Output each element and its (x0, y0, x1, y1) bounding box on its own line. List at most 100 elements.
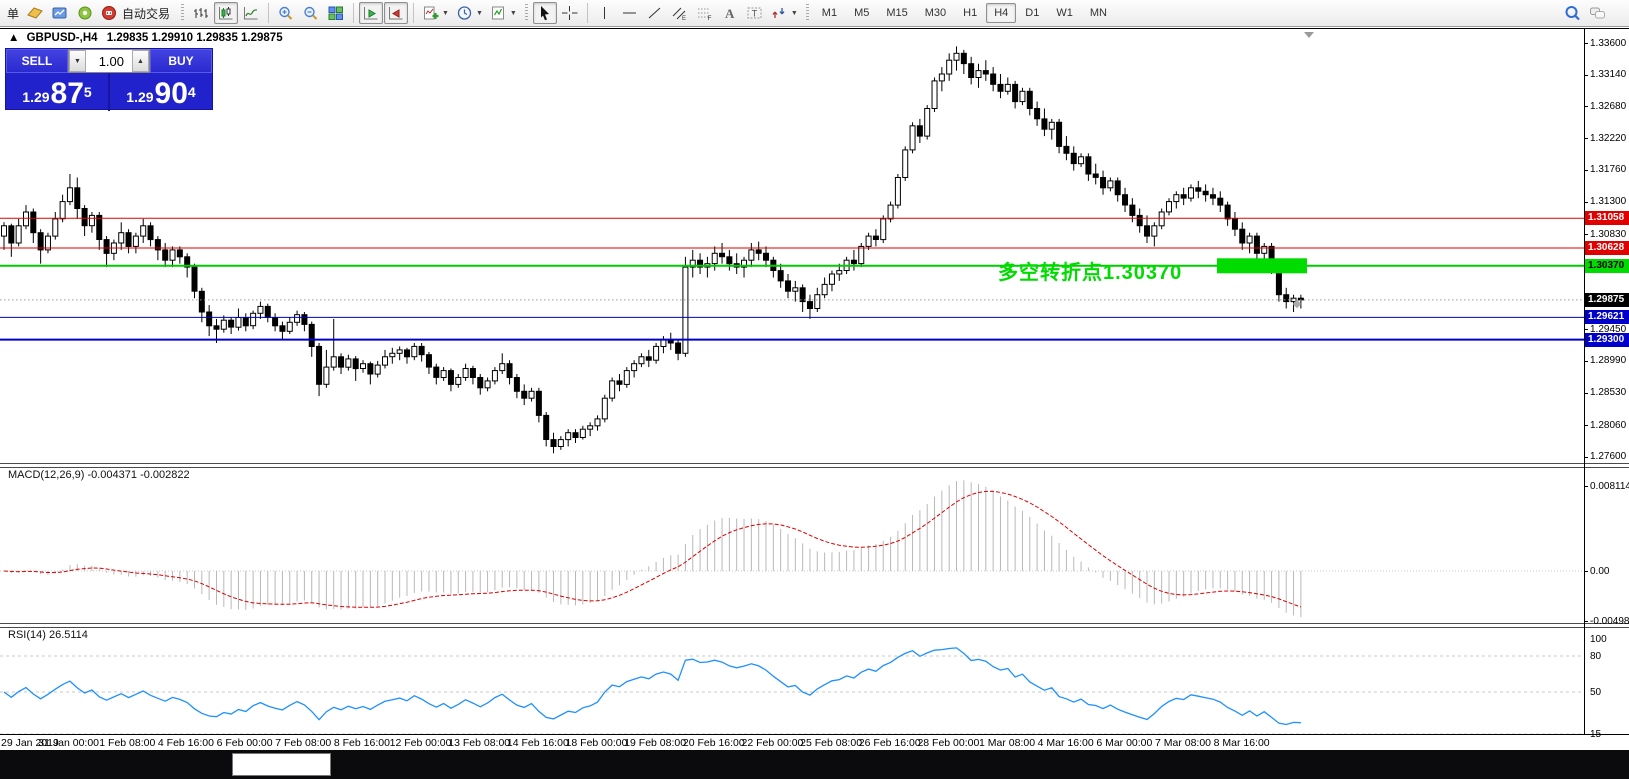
partial-menu-label[interactable]: 单 (4, 5, 22, 22)
candlestick-chart-icon (217, 5, 235, 21)
price-tag: 1.29621 (1585, 310, 1629, 324)
chevron-down-icon: ▼ (442, 10, 449, 17)
bottom-bar-item[interactable] (232, 753, 331, 776)
bar-chart-button[interactable] (189, 2, 213, 24)
autotrading-label: 自动交易 (119, 5, 173, 22)
rsi-tick-label: 100 (1590, 634, 1607, 645)
chart-window-icon (51, 5, 69, 21)
symbol-search-button[interactable] (1561, 2, 1585, 24)
time-axis-label: 22 Feb 00:00 (741, 737, 803, 749)
tile-windows-button[interactable] (324, 2, 348, 24)
timeframe-h1-button[interactable]: H1 (955, 3, 985, 23)
timeframe-h4-button[interactable]: H4 (986, 3, 1016, 23)
collapse-arrow-icon[interactable]: ▲ (8, 32, 19, 44)
vertical-line-icon (596, 5, 614, 21)
time-axis-label: 7 Feb 08:00 (275, 737, 331, 749)
time-axis-label: 14 Feb 16:00 (507, 737, 569, 749)
zoom-in-button[interactable] (274, 2, 298, 24)
buy-button[interactable]: BUY (150, 49, 212, 73)
one-click-trading-panel: SELL ▼ 1.00 ▲ BUY 1.29875 1.29904 (5, 48, 213, 110)
line-chart-button[interactable] (239, 2, 263, 24)
svg-text:A: A (725, 6, 735, 21)
volume-increase-button[interactable]: ▲ (132, 50, 149, 72)
macd-label: MACD(12,26,9) -0.004371 -0.002822 (8, 469, 190, 481)
price-tick-mark (1584, 329, 1588, 330)
buy-price[interactable]: 1.29904 (110, 73, 212, 111)
templates-button[interactable]: ▼ (487, 2, 520, 24)
sell-button[interactable]: SELL (6, 49, 68, 73)
time-axis-label: 1 Feb 08:00 (99, 737, 155, 749)
sell-price[interactable]: 1.29875 (6, 73, 110, 111)
text-button[interactable]: A (718, 2, 742, 24)
price-tick-mark (1584, 457, 1588, 458)
timeframe-m15-button[interactable]: M15 (878, 3, 915, 23)
volume-decrease-button[interactable]: ▼ (69, 50, 86, 72)
chart-canvas[interactable] (0, 29, 1629, 750)
timeframe-m1-button[interactable]: M1 (814, 3, 845, 23)
autoscroll-button[interactable] (359, 2, 383, 24)
chevron-down-icon: ▼ (510, 10, 517, 17)
timeframe-d1-button[interactable]: D1 (1017, 3, 1047, 23)
cursor-button[interactable] (533, 2, 557, 24)
svg-text:E: E (682, 16, 686, 21)
new-order-button[interactable] (23, 2, 47, 24)
time-axis-label: 4 Mar 16:00 (1038, 737, 1094, 749)
chart-shift-button[interactable] (384, 2, 408, 24)
indicators-button[interactable]: ▼ (419, 2, 452, 24)
timeframe-m30-button[interactable]: M30 (917, 3, 954, 23)
price-axis-line (1584, 29, 1585, 734)
time-axis-label: 25 Feb 08:00 (800, 737, 862, 749)
arrows-button[interactable]: ▼ (768, 2, 801, 24)
toolbar-drag-handle[interactable] (525, 4, 528, 22)
periods-button[interactable]: ▼ (453, 2, 486, 24)
price-tick-label: 1.28060 (1590, 420, 1626, 431)
chart-window[interactable]: ▲ GBPUSD-,H4 1.29835 1.29910 1.29835 1.2… (0, 28, 1629, 750)
chat-button[interactable] (1586, 2, 1610, 24)
timeframe-w1-button[interactable]: W1 (1048, 3, 1081, 23)
vertical-line-button[interactable] (593, 2, 617, 24)
toolbar-drag-handle[interactable] (181, 4, 184, 22)
toolbar-drag-handle[interactable] (806, 4, 809, 22)
macd-tick-mark (1584, 571, 1588, 572)
periods-icon (456, 5, 474, 21)
time-axis-label: 6 Feb 00:00 (217, 737, 273, 749)
price-tick-mark (1584, 106, 1588, 107)
autotrading-button[interactable]: 自动交易 (98, 2, 176, 24)
channel-button[interactable]: E (668, 2, 692, 24)
chevron-down-icon: ▼ (791, 10, 798, 17)
indicators-icon (422, 5, 440, 21)
pane-separator[interactable] (0, 623, 1629, 628)
price-tag: 1.29300 (1585, 333, 1629, 347)
price-tick-label: 1.32220 (1590, 133, 1626, 144)
arrows-icon (771, 5, 789, 21)
chart-ohlc-values: 1.29835 1.29910 1.29835 1.29875 (107, 32, 283, 44)
price-tick-label: 1.28530 (1590, 387, 1626, 398)
timeframe-mn-button[interactable]: MN (1082, 3, 1115, 23)
time-axis-label: 20 Feb 16:00 (683, 737, 745, 749)
chart-window-button[interactable] (48, 2, 72, 24)
zoom-out-button[interactable] (299, 2, 323, 24)
price-tick-mark (1584, 425, 1588, 426)
price-tick-label: 1.32680 (1590, 101, 1626, 112)
timeframe-m5-button[interactable]: M5 (846, 3, 877, 23)
price-tick-label: 1.31300 (1590, 196, 1626, 207)
price-tick-mark (1584, 393, 1588, 394)
time-axis-label: 26 Feb 16:00 (859, 737, 921, 749)
candlestick-chart-button[interactable] (214, 2, 238, 24)
volume-input[interactable]: 1.00 (86, 50, 132, 72)
cursor-icon (536, 5, 554, 21)
trendline-button[interactable] (643, 2, 667, 24)
crosshair-button[interactable] (558, 2, 582, 24)
fibonacci-button[interactable]: F (693, 2, 717, 24)
price-tick-label: 1.30830 (1590, 229, 1626, 240)
text-label-button[interactable]: T (743, 2, 767, 24)
horizontal-line-button[interactable] (618, 2, 642, 24)
time-axis-label: 12 Feb 00:00 (390, 737, 452, 749)
broadcast-button[interactable] (73, 2, 97, 24)
main-toolbar: 单 自动交易 ▼ ▼ ▼ E FAT ▼ M1M5M15M30H1H4D1W1MN (0, 0, 1629, 27)
pane-separator[interactable] (0, 463, 1629, 468)
bar-chart-icon (192, 5, 210, 21)
buy-price-pips: 90 (155, 80, 188, 108)
price-tag: 1.30370 (1585, 259, 1629, 273)
scroll-to-end-icon[interactable] (1304, 32, 1314, 38)
